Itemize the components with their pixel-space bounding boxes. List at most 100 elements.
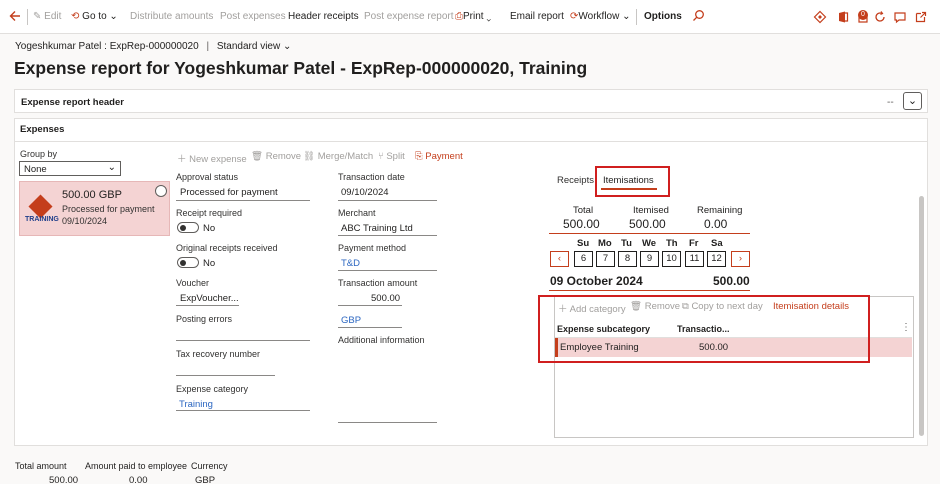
weekday-label: Su <box>577 238 590 249</box>
merchant-label: Merchant <box>338 208 376 218</box>
date-divider <box>549 290 750 291</box>
category-badge: TRAINING <box>25 216 59 223</box>
print-label: Print <box>463 11 484 22</box>
chevron-down-icon: ⌄ <box>486 11 492 22</box>
next-week-chevron-icon[interactable]: › <box>731 251 750 267</box>
day-cell[interactable]: 6 <box>574 251 593 267</box>
group-by-label: Group by <box>20 149 58 159</box>
field-underline <box>338 270 437 271</box>
tax-recovery-field[interactable] <box>176 375 275 376</box>
weekday-label: Mo <box>598 238 612 249</box>
tax-recovery-label: Tax recovery number <box>176 349 261 359</box>
card-date: 09/10/2024 <box>62 216 108 226</box>
workflow-button[interactable]: ⟳Workflow ⌄ <box>570 11 631 22</box>
day-cell[interactable]: 10 <box>662 251 681 267</box>
field-underline <box>176 410 310 411</box>
page-title: Expense report for Yogeshkumar Patel - E… <box>14 58 588 78</box>
breadcrumb: Yogeshkumar Patel : ExpRep-000000020 | S… <box>15 41 291 52</box>
expense-card[interactable]: TRAINING 500.00 GBP Processed for paymen… <box>19 181 170 236</box>
group-by-value: None <box>24 164 47 175</box>
transaction-amount-value[interactable]: 500.00 <box>371 293 400 304</box>
pencil-icon: ✎ <box>33 11 42 22</box>
original-receipts-toggle[interactable] <box>177 257 199 268</box>
expense-report-header-section[interactable]: Expense report header -- ⌄ <box>14 89 928 113</box>
field-underline <box>338 235 437 236</box>
payment-icon: ⎘ <box>415 151 423 162</box>
highlight-box <box>595 166 670 197</box>
weekday-label: Fr <box>689 238 699 249</box>
voucher-value[interactable]: ExpVoucher... <box>180 293 239 304</box>
currency-label: Currency <box>191 461 228 471</box>
new-expense-button[interactable]: ＋ New expense <box>177 151 247 165</box>
divider <box>14 141 928 142</box>
header-receipts-button[interactable]: Header receipts <box>288 11 359 22</box>
remove-label: Remove <box>265 151 302 162</box>
additional-info-field[interactable] <box>338 422 437 423</box>
receipt-required-toggle[interactable] <box>177 222 199 233</box>
view-selector[interactable]: Standard view ⌄ <box>217 41 292 52</box>
goto-button[interactable]: ⟲ Go to ⌄ <box>71 11 118 22</box>
scrollbar-thumb[interactable] <box>919 196 924 436</box>
back-arrow-icon[interactable] <box>8 9 22 26</box>
day-cell[interactable]: 7 <box>596 251 615 267</box>
open-new-window-icon[interactable] <box>914 10 928 24</box>
breadcrumb-separator: | <box>206 41 210 52</box>
select-radio[interactable] <box>155 185 167 197</box>
merge-match-button[interactable]: ⛓ Merge/Match <box>303 151 373 162</box>
split-button[interactable]: ⑂ Split <box>378 151 405 162</box>
search-icon[interactable] <box>692 9 705 25</box>
edit-button[interactable]: ✎ Edit <box>33 11 61 22</box>
group-by-dropdown[interactable]: None ⌄ <box>19 161 121 176</box>
original-receipts-value: No <box>203 258 216 269</box>
distribute-amounts-button[interactable]: Distribute amounts <box>130 11 213 22</box>
new-expense-label: New expense <box>189 154 247 165</box>
diamond-link-icon[interactable] <box>813 10 827 24</box>
section-title: Expense report header <box>21 97 124 108</box>
approval-status-label: Approval status <box>176 172 239 182</box>
transaction-amount-label: Transaction amount <box>338 278 418 288</box>
chevron-down-icon: ⌄ <box>282 41 292 52</box>
day-cell[interactable]: 12 <box>707 251 726 267</box>
weekday-label: We <box>642 238 657 249</box>
expense-category-value[interactable]: Training <box>179 399 213 410</box>
field-underline <box>338 327 402 328</box>
card-status: Processed for payment <box>62 204 155 214</box>
previous-week-chevron-icon[interactable]: ‹ <box>550 251 569 267</box>
training-category-icon <box>28 194 53 219</box>
tab-receipts[interactable]: Receipts <box>557 175 594 186</box>
payment-button[interactable]: ⎘ Payment <box>415 151 463 162</box>
receipt-required-label: Receipt required <box>176 208 243 218</box>
total-value: 500.00 <box>563 217 600 231</box>
feedback-icon[interactable] <box>893 10 907 24</box>
day-cell[interactable]: 11 <box>685 251 704 267</box>
merchant-value[interactable]: ABC Training Ltd <box>341 223 413 234</box>
day-cell[interactable]: 8 <box>618 251 637 267</box>
payment-method-value[interactable]: T&D <box>341 258 360 269</box>
toolbar-divider <box>27 9 28 25</box>
print-button[interactable]: ⎙Print ⌄ <box>455 11 491 22</box>
split-icon: ⑂ <box>378 151 384 162</box>
breadcrumb-record[interactable]: Yogeshkumar Patel : ExpRep-000000020 <box>15 41 199 52</box>
field-underline <box>338 200 437 201</box>
weekday-label: Tu <box>621 238 632 249</box>
expand-chevron-icon[interactable]: ⌄ <box>903 92 922 110</box>
original-receipts-label: Original receipts received <box>176 243 278 253</box>
highlight-box <box>538 295 870 363</box>
expense-category-label: Expense category <box>176 384 249 394</box>
transaction-date-value[interactable]: 09/10/2024 <box>341 187 389 198</box>
post-expense-report-button[interactable]: Post expense report <box>364 11 454 22</box>
more-options-icon[interactable]: ⋮ <box>901 322 911 333</box>
remove-expense-button[interactable]: 🗑 Remove <box>251 151 301 162</box>
edit-label: Edit <box>44 11 62 22</box>
field-underline <box>176 305 239 306</box>
refresh-icon[interactable] <box>873 10 887 24</box>
email-report-button[interactable]: Email report <box>510 11 564 22</box>
options-tab[interactable]: Options <box>644 11 682 22</box>
currency-value[interactable]: GBP <box>341 315 361 326</box>
office-icon[interactable] <box>836 10 850 24</box>
chevron-down-icon: ⌄ <box>109 11 118 22</box>
chevron-down-icon: ⌄ <box>107 162 116 173</box>
transaction-date-label: Transaction date <box>338 172 405 182</box>
post-expenses-button[interactable]: Post expenses <box>220 11 286 22</box>
day-cell-selected[interactable]: 9 <box>640 251 659 267</box>
